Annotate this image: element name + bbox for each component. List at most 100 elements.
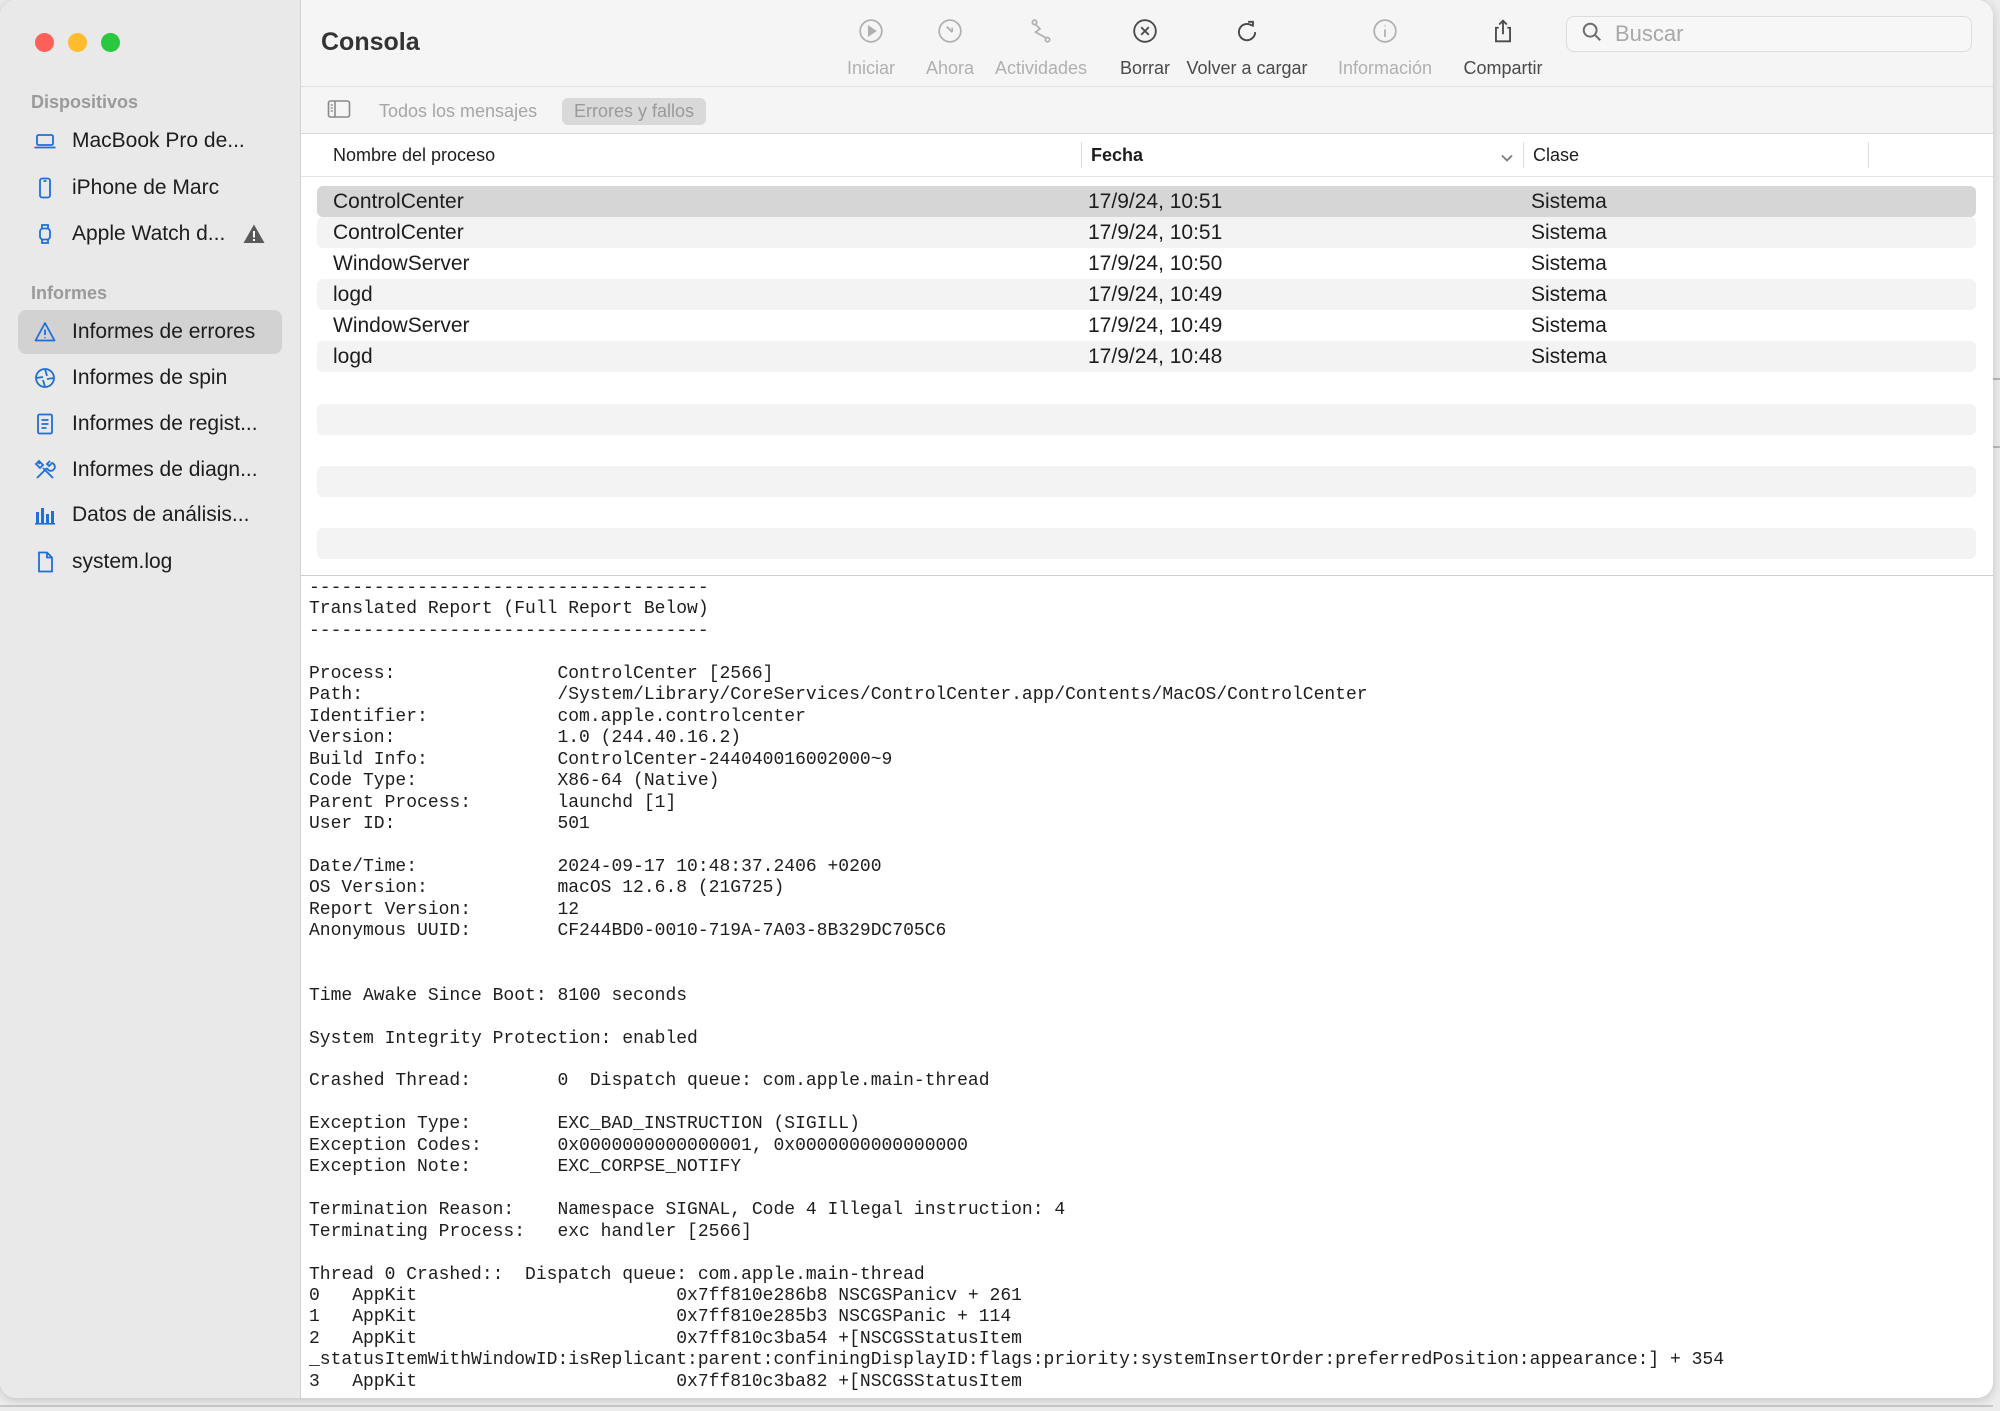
search-input[interactable] [1613,20,1957,48]
sidebar-item-label: Apple Watch d... [72,222,226,245]
split-divider[interactable] [301,575,1993,576]
empty-table-row [317,466,1976,497]
column-header-date[interactable]: Fecha [1091,145,1143,166]
console-window: Dispositivos MacBook Pro de... iPhone de… [0,0,1993,1398]
sidebar-item-spin-reports[interactable]: Informes de spin [18,356,282,400]
sidebar-item-label: Informes de spin [72,366,228,389]
sidebar-item-macbook[interactable]: MacBook Pro de... [18,119,282,163]
sidebar-item-analytics-data[interactable]: Datos de análisis... [18,493,282,537]
cell-process: logd [333,344,373,368]
info-label: Información [1337,58,1433,78]
devices-section-header: Dispositivos [31,92,139,112]
document-lines-icon [32,411,58,437]
chevron-down-icon[interactable] [1499,148,1515,169]
search-icon [1581,21,1603,48]
sidebar-item-label: system.log [72,550,173,573]
reload-icon [1234,18,1260,49]
cell-process: ControlCenter [333,189,464,213]
sidebar: Dispositivos MacBook Pro de... iPhone de… [0,0,301,1398]
document-icon [32,549,58,575]
info-circle-icon [1372,18,1398,49]
reload-button[interactable]: Volver a cargar [1177,18,1317,79]
reports-section-header: Informes [31,283,108,303]
column-header-process[interactable]: Nombre del proceso [333,145,495,166]
sidebar-item-label: MacBook Pro de... [72,129,245,152]
sidebar-item-iphone[interactable]: iPhone de Marc [18,166,282,210]
empty-table-row [317,404,1976,435]
filter-all-messages[interactable]: Todos los mensajes [367,98,549,125]
table-row[interactable]: WindowServer 17/9/24, 10:50 Sistema [317,248,1976,279]
sidebar-item-log-reports[interactable]: Informes de regist... [18,402,282,446]
column-separator[interactable] [1081,142,1082,168]
search-field[interactable] [1566,16,1972,52]
cell-date: 17/9/24, 10:49 [1088,282,1223,306]
table-row[interactable]: WindowServer 17/9/24, 10:49 Sistema [317,310,1976,341]
table-row[interactable]: logd 17/9/24, 10:49 Sistema [317,279,1976,310]
sidebar-item-label: Datos de análisis... [72,503,250,526]
filter-errors-faults[interactable]: Errores y fallos [562,98,707,125]
column-separator[interactable] [1523,142,1524,168]
main-panel: Consola Iniciar Ahora Actividades Borrar… [301,0,1993,1398]
activities-button[interactable]: Actividades [981,18,1101,79]
play-circle-icon [858,18,884,49]
aperture-icon [32,365,58,391]
share-label: Compartir [1463,58,1543,78]
cell-class: Sistema [1531,282,1607,306]
cell-class: Sistema [1531,313,1607,337]
backdrop-edge [0,1405,1993,1407]
cell-process: ControlCenter [333,220,464,244]
filter-bar: Todos los mensajes Errores y fallos [301,86,1993,134]
cell-class: Sistema [1531,189,1607,213]
sidebar-item-crash-reports[interactable]: Informes de errores [18,310,282,354]
info-button[interactable]: Información [1330,18,1440,79]
cell-class: Sistema [1531,344,1607,368]
cell-class: Sistema [1531,251,1607,275]
bar-chart-icon [32,502,58,528]
sidebar-item-label: Informes de errores [72,320,256,343]
laptop-icon [32,128,58,154]
cell-class: Sistema [1531,220,1607,244]
cell-date: 17/9/24, 10:50 [1088,251,1223,275]
table-header: Nombre del proceso Fecha Clase [301,134,1993,177]
app-title: Consola [321,28,420,56]
cell-process: WindowServer [333,313,470,337]
crash-report-text[interactable]: ------------------------------------- Tr… [309,578,1993,1398]
sidebar-item-apple-watch[interactable]: Apple Watch d... [18,212,282,256]
sidebar-toggle-icon[interactable] [327,99,351,124]
sidebar-item-system-log[interactable]: system.log [18,540,282,584]
column-header-class[interactable]: Clase [1533,145,1579,166]
iphone-icon [32,175,58,201]
share-icon [1490,18,1516,49]
cell-date: 17/9/24, 10:51 [1088,220,1223,244]
backdrop-edge [1992,446,2000,448]
clock-icon [937,18,963,49]
table-row[interactable]: ControlCenter 17/9/24, 10:51 Sistema [317,217,1976,248]
watch-icon [32,221,58,247]
start-label: Iniciar [846,58,895,78]
minimize-window-button[interactable] [68,33,87,52]
x-circle-icon [1132,18,1158,49]
table-row[interactable]: logd 17/9/24, 10:48 Sistema [317,341,1976,372]
toolbar: Consola Iniciar Ahora Actividades Borrar… [301,0,1993,86]
empty-table-row [317,528,1976,559]
activities-label: Actividades [994,58,1088,78]
column-separator[interactable] [1868,142,1869,168]
cell-process: logd [333,282,373,306]
cell-process: WindowServer [333,251,470,275]
share-button[interactable]: Compartir [1448,18,1558,79]
backdrop-edge [1992,378,2000,380]
warning-triangle-icon [32,319,58,345]
sidebar-item-label: Informes de diagn... [72,458,258,481]
tools-icon [32,457,58,483]
table-row[interactable]: ControlCenter 17/9/24, 10:51 Sistema [317,186,1976,217]
sidebar-item-diagnostic-reports[interactable]: Informes de diagn... [18,448,282,492]
warning-triangle-icon [242,222,266,252]
cell-date: 17/9/24, 10:49 [1088,313,1223,337]
activity-path-icon [1028,18,1054,49]
sidebar-item-label: Informes de regist... [72,412,258,435]
sidebar-item-label: iPhone de Marc [72,176,220,199]
start-button[interactable]: Iniciar [826,18,916,79]
zoom-window-button[interactable] [101,33,120,52]
reload-label: Volver a cargar [1186,58,1308,78]
close-window-button[interactable] [35,33,54,52]
